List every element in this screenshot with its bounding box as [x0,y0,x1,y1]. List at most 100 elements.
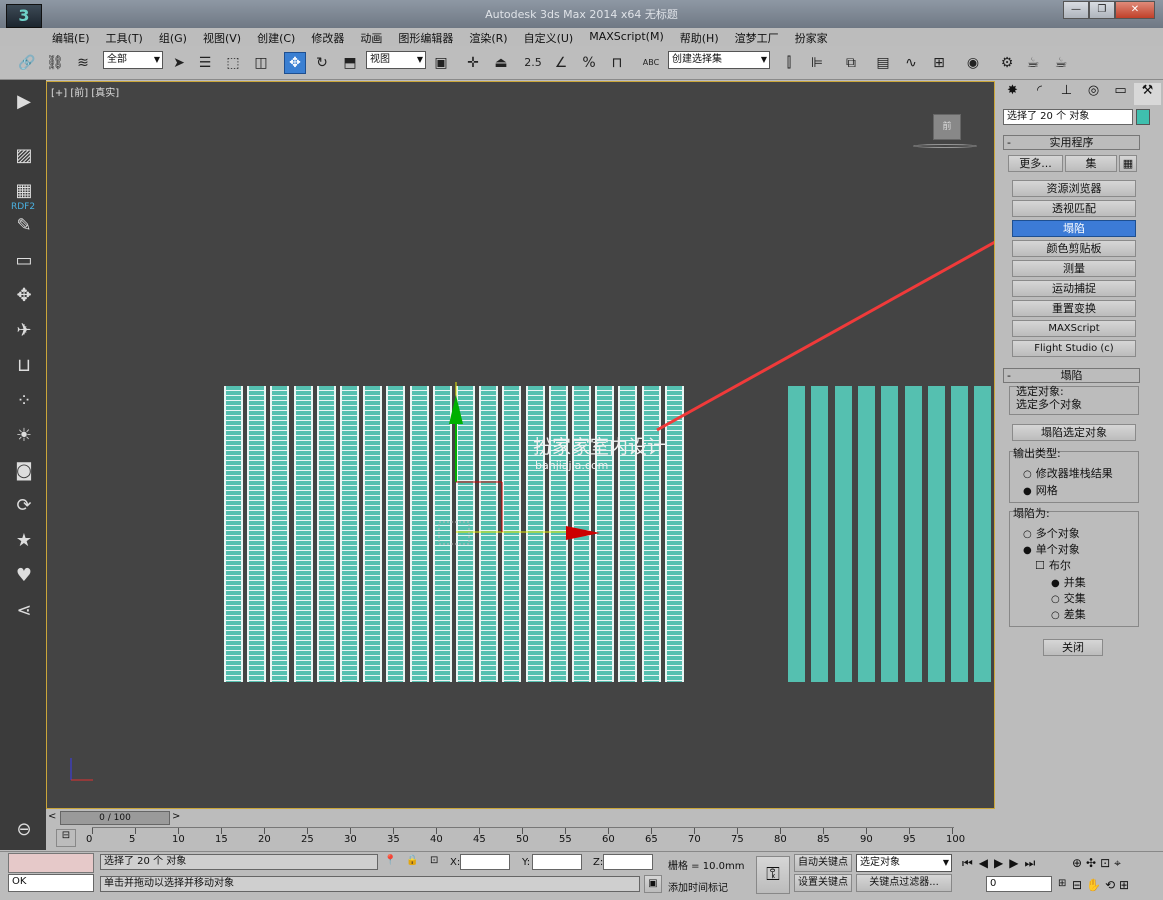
play-logo-icon[interactable]: ▶ [12,90,36,114]
menu-help[interactable]: 帮助(H) [672,28,727,46]
reset-xform-button[interactable]: 重置变换 [1012,300,1136,317]
timeline-ruler[interactable]: 0 5 10 15 20 25 30 35 40 45 50 55 60 65 70 75 80 85 90 95 10… [86,827,965,849]
mirror-icon[interactable]: ⫿ [778,52,800,74]
menu-group[interactable]: 组(G) [151,28,195,46]
utilities-tab-icon[interactable]: ⚒ [1134,83,1161,105]
minimize-button[interactable]: — [1063,1,1089,19]
select-move-icon[interactable]: ✥ [284,52,306,74]
select-scale-icon[interactable]: ⬒ [339,52,361,74]
camera-icon[interactable]: ◙ [12,459,36,483]
motion-tab-icon[interactable]: ◎ [1080,83,1107,105]
menu-animation[interactable]: 动画 [352,28,390,46]
maxscript-button[interactable]: MAXScript [1012,320,1136,337]
monitor-icon[interactable]: ▭ [12,249,36,273]
plane-icon[interactable]: ✈ [12,319,36,343]
utilities-rollout-header[interactable]: - 实用程序 [1003,135,1140,150]
keyboard-shortcut-override-icon[interactable]: ⏏ [490,52,512,74]
boolean-checkbox[interactable]: 布尔 [1035,557,1071,573]
close-button[interactable]: ✕ [1114,1,1155,19]
configure-sets-icon[interactable]: ▦ [1119,155,1137,172]
maxscript-mini-listener[interactable]: OK [8,874,94,892]
star-icon[interactable]: ★ [12,529,36,553]
grid-icon[interactable]: ▦ [12,179,36,203]
viewport-nav-controls-lower[interactable]: ⊟✋⟲⊞ [1072,878,1133,892]
collapse-utility-button[interactable]: 塌陷 [1012,220,1136,237]
image-icon[interactable]: ▨ [12,144,36,168]
intersection-radio[interactable]: 交集 [1051,590,1086,606]
collapse-rollout-header[interactable]: - 塌陷 [1003,368,1140,383]
absolute-mode-icon[interactable]: ⊡ [430,855,438,866]
time-tag-icon[interactable]: ▣ [644,875,662,893]
multiple-objects-radio[interactable]: 多个对象 [1023,525,1080,541]
flight-studio-button[interactable]: Flight Studio (c) [1012,340,1136,357]
color-clipboard-button[interactable]: 颜色剪贴板 [1012,240,1136,257]
object-color-swatch[interactable] [1136,109,1150,125]
menu-modifiers[interactable]: 修改器 [303,28,352,46]
set-key-icon[interactable]: ⚿ [756,856,790,894]
unlink-icon[interactable]: ⛓ [44,52,66,74]
viewport-nav-controls[interactable]: ⊕✣⊡⌖ [1072,856,1125,871]
heart-icon[interactable]: ♥ [12,564,36,588]
more-button[interactable]: 更多... [1008,155,1063,172]
output-mesh-radio[interactable]: 网格 [1023,482,1058,498]
display-tab-icon[interactable]: ▭ [1107,83,1134,105]
graphite-ribbon-icon[interactable]: ▤ [872,52,894,74]
material-editor-icon[interactable]: ◉ [962,52,984,74]
slider-right-arrow[interactable]: > [172,811,180,822]
angle-snap-icon[interactable]: ∠ [550,52,572,74]
menu-edit[interactable]: 编辑(E) [44,28,98,46]
set-key-button[interactable]: 设置关键点 [794,874,852,892]
curve-editor-icon[interactable]: ∿ [900,52,922,74]
perspective-match-button[interactable]: 透视匹配 [1012,200,1136,217]
front-viewport[interactable]: [+] [前] [真实] 前 扮家家室内设计 banjiajia.com [46,81,995,809]
time-slider[interactable]: 0 / 100 [60,811,170,825]
selection-name-field[interactable]: 选择了 20 个 对象 [1003,109,1133,125]
pivot-center-icon[interactable]: ▣ [430,52,452,74]
add-time-tag[interactable]: 添加时间标记 [668,879,728,894]
rectangle-selection-icon[interactable]: ⬚ [222,52,244,74]
output-modifier-stack-radio[interactable]: 修改器堆栈结果 [1023,465,1113,481]
playback-controls[interactable]: ⏮◀▶▶⏭ [962,856,1041,871]
menu-maxscript[interactable]: MAXScript(M) [581,28,672,46]
menu-banjiajia[interactable]: 扮家家 [787,28,836,46]
menu-render-factory[interactable]: 渲梦工厂 [727,28,787,46]
reference-coordinate-dropdown[interactable]: 视图 [366,51,426,69]
subtraction-radio[interactable]: 差集 [1051,606,1086,622]
menu-views[interactable]: 视图(V) [195,28,249,46]
mini-curve-editor-icon[interactable]: ⊟ [56,829,76,847]
menu-customize[interactable]: 自定义(U) [516,28,582,46]
single-object-radio[interactable]: 单个对象 [1023,541,1080,557]
hierarchy-tab-icon[interactable]: ⊥ [1053,83,1080,105]
schematic-view-icon[interactable]: ⊞ [928,52,950,74]
maximize-button[interactable]: ❐ [1088,1,1115,19]
named-selection-dropdown[interactable]: 创建选择集 [668,51,770,69]
menu-graph-editors[interactable]: 图形编辑器 [390,28,461,46]
key-mode-dropdown[interactable]: 选定对象 [856,854,952,872]
key-filters-button[interactable]: 关键点过滤器... [856,874,952,892]
motion-capture-button[interactable]: 运动捕捉 [1012,280,1136,297]
align-icon[interactable]: ⊫ [806,52,828,74]
edit-named-selection-icon[interactable]: ABC [640,52,662,74]
modify-tab-icon[interactable]: ◜ [1026,83,1053,105]
sets-button[interactable]: 集 [1065,155,1117,172]
close-rollout-button[interactable]: 关闭 [1043,639,1103,656]
create-tab-icon[interactable]: ✸ [999,83,1026,105]
layer-manager-icon[interactable]: ⧉ [840,52,862,74]
time-config-icon[interactable]: ⊞ [1058,878,1066,889]
share-icon[interactable]: ⋖ [12,599,36,623]
auto-key-button[interactable]: 自动关键点 [794,854,852,872]
bind-space-warp-icon[interactable]: ≋ [72,52,94,74]
move-gizmo[interactable] [438,382,600,545]
select-manipulate-icon[interactable]: ✛ [462,52,484,74]
select-by-name-icon[interactable]: ☰ [194,52,216,74]
select-rotate-icon[interactable]: ↻ [311,52,333,74]
current-frame-field[interactable]: 0 [986,876,1052,892]
spinner-snap-icon[interactable]: ⊓ [606,52,628,74]
back-icon[interactable]: ⊖ [12,818,36,842]
x-coordinate-field[interactable] [460,854,510,870]
maxscript-mini-listener-top[interactable] [8,853,94,873]
refresh-icon[interactable]: ⟳ [12,494,36,518]
asset-browser-button[interactable]: 资源浏览器 [1012,180,1136,197]
menu-rendering[interactable]: 渲染(R) [461,28,515,46]
union-radio[interactable]: 并集 [1051,574,1086,590]
